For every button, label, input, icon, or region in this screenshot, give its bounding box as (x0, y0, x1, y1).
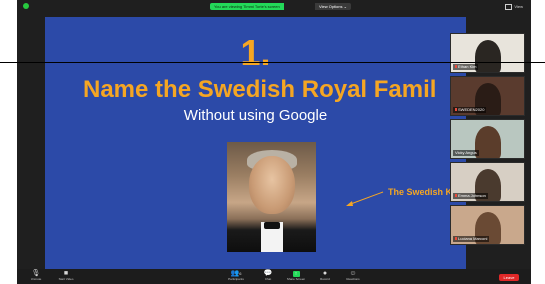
reactions-button[interactable]: ☺ Reactions (338, 270, 368, 282)
chat-button[interactable]: 💬 Chat (253, 270, 283, 282)
participant-tile[interactable]: SWEDEN2020 (450, 76, 525, 116)
leave-button[interactable]: Leave (499, 274, 519, 281)
muted-mic-icon (455, 237, 457, 241)
arrow-icon (346, 191, 384, 206)
participant-name-text: SWEDEN2020 (458, 107, 485, 112)
reactions-icon: ☺ (349, 270, 357, 277)
participants-label: Participants (228, 277, 244, 281)
sharing-indicator: You are viewing Timmi Torte's screen (210, 3, 284, 10)
unmute-button[interactable]: 🎙 Unmute (21, 270, 51, 282)
meeting-toolbar: 🎙 Unmute ■ Start Video 👥6 Participants 💬… (17, 269, 531, 284)
video-camera-icon: ■ (63, 270, 69, 277)
muted-mic-icon (455, 194, 457, 198)
participant-name: Ethan Kim (453, 64, 479, 70)
view-layout-button[interactable]: View (505, 3, 523, 10)
view-options-button[interactable]: View Options ⌄ (315, 3, 351, 10)
unmute-label: Unmute (30, 277, 42, 281)
participants-count: 6 (239, 271, 242, 276)
grid-view-icon (505, 3, 513, 10)
chat-label: Chat (264, 277, 272, 281)
view-layout-label: View (514, 4, 523, 9)
start-video-button[interactable]: ■ Start Video (51, 270, 81, 282)
participant-name: SWEDEN2020 (453, 107, 487, 113)
reactions-label: Reactions (346, 277, 360, 281)
microphone-icon: 🎙 (31, 270, 41, 277)
participant-tile[interactable]: Vicky Angus (450, 119, 525, 159)
participant-name-text: Vicky Angus (455, 150, 477, 155)
security-shield-icon[interactable] (23, 3, 29, 9)
share-screen-label: Share Screen (286, 277, 306, 281)
participant-name: Emma Johnson (453, 193, 488, 199)
screen-share-bar: You are viewing Timmi Torte's screen Vie… (17, 0, 531, 12)
participant-name-text: Ethan Kim (458, 64, 477, 69)
participant-tile[interactable]: Luciana Marconi (450, 205, 525, 245)
participant-video (475, 40, 501, 72)
record-icon: ● (322, 270, 328, 277)
share-screen-button[interactable]: ↑ Share Screen (281, 270, 311, 282)
muted-mic-icon (455, 65, 457, 69)
annotation-line (0, 62, 545, 63)
participant-name-text: Emma Johnson (458, 193, 486, 198)
participant-name: Luciana Marconi (453, 236, 490, 242)
participant-video (475, 126, 501, 158)
participant-tile[interactable]: Ethan Kim (450, 33, 525, 73)
record-button[interactable]: ● Record (310, 270, 340, 282)
start-video-label: Start Video (58, 277, 74, 281)
zoom-window: You are viewing Timmi Torte's screen Vie… (17, 0, 531, 284)
participants-button[interactable]: 👥6 Participants (221, 270, 251, 282)
record-label: Record (320, 277, 330, 281)
shared-slide: 1. Name the Swedish Royal Famil Without … (45, 17, 466, 269)
participant-tile[interactable]: Emma Johnson (450, 162, 525, 202)
participant-name: Vicky Angus (453, 150, 479, 156)
participant-gallery: Ethan Kim SWEDEN2020 Vicky Angus Emma Jo… (450, 33, 525, 248)
participant-name-text: Luciana Marconi (458, 236, 488, 241)
participants-icon: 👥6 (230, 270, 242, 277)
share-screen-icon: ↑ (281, 270, 311, 277)
chat-icon: 💬 (263, 270, 273, 277)
muted-mic-icon (455, 108, 457, 112)
